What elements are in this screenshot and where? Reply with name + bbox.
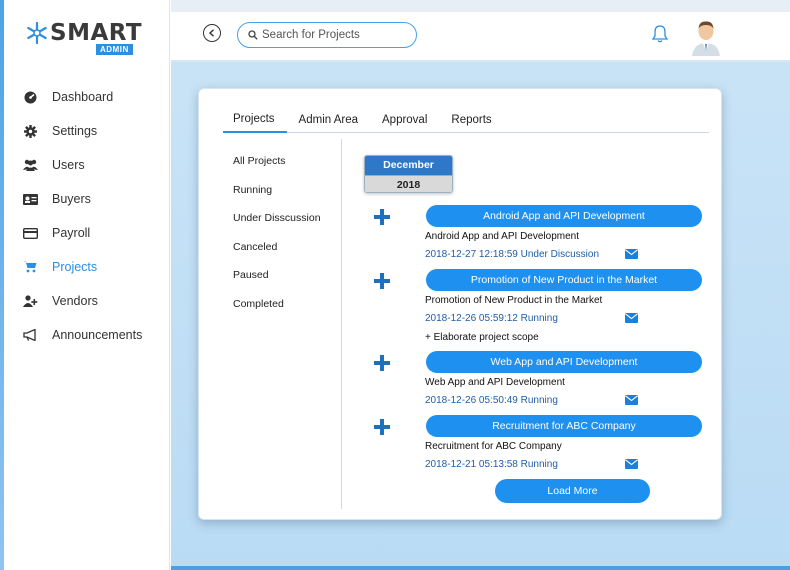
snowflake-icon xyxy=(27,22,47,44)
brand-sub: ADMIN xyxy=(96,44,133,55)
sidebar-item-label: Users xyxy=(52,158,85,172)
project-name: Promotion of New Product in the Market xyxy=(425,295,603,306)
tab-reports[interactable]: Reports xyxy=(439,107,503,133)
sidebar-item-vendors[interactable]: Vendors xyxy=(22,284,167,318)
cart-icon xyxy=(22,260,38,274)
sidebar-accent-strip xyxy=(0,0,4,570)
back-button[interactable] xyxy=(203,24,221,42)
calendar-badge[interactable]: December 2018 xyxy=(364,155,453,193)
tab-projects[interactable]: Projects xyxy=(223,107,287,133)
sidebar-item-label: Settings xyxy=(52,124,98,138)
tab-bar: Projects Admin Area Approval Reports xyxy=(223,107,709,133)
user-plus-icon xyxy=(22,294,38,308)
sidebar-item-label: Projects xyxy=(52,260,98,274)
app-window: SMART ADMIN Dashboard Settings Users Buy… xyxy=(0,0,790,570)
project-title-pill[interactable]: Web App and API Development xyxy=(426,351,702,373)
project-meta[interactable]: 2018-12-21 05:13:58 Running xyxy=(425,459,558,470)
sidebar-item-dashboard[interactable]: Dashboard xyxy=(22,80,167,114)
search-input[interactable] xyxy=(262,29,412,41)
sidebar-item-label: Announcements xyxy=(52,328,143,342)
project-title-pill[interactable]: Android App and API Development xyxy=(426,205,702,227)
credit-card-icon xyxy=(22,226,38,240)
sidebar-item-label: Vendors xyxy=(52,294,98,308)
dashboard-icon xyxy=(22,90,38,104)
mail-icon[interactable] xyxy=(625,459,638,469)
calendar-year: 2018 xyxy=(365,175,452,192)
id-card-icon xyxy=(22,192,38,206)
sidebar-item-users[interactable]: Users xyxy=(22,148,167,182)
calendar-month: December xyxy=(365,156,452,175)
sidebar-item-label: Buyers xyxy=(52,192,91,206)
filter-under-discussion[interactable]: Under Disscussion xyxy=(233,212,338,241)
filter-paused[interactable]: Paused xyxy=(233,269,338,298)
tab-admin-area[interactable]: Admin Area xyxy=(287,107,370,133)
search-icon xyxy=(248,30,258,40)
bell-icon[interactable] xyxy=(651,24,669,44)
filter-canceled[interactable]: Canceled xyxy=(233,241,338,270)
project-title-pill[interactable]: Promotion of New Product in the Market xyxy=(426,269,702,291)
project-name: Recruitment for ABC Company xyxy=(425,441,562,452)
project-name: Web App and API Development xyxy=(425,377,565,388)
filter-all-projects[interactable]: All Projects xyxy=(233,155,338,184)
sidebar-nav: Dashboard Settings Users Buyers Payroll … xyxy=(22,80,167,352)
sidebar-item-projects[interactable]: Projects xyxy=(22,250,167,284)
search-box[interactable] xyxy=(237,22,417,48)
sidebar: SMART ADMIN Dashboard Settings Users Buy… xyxy=(0,0,170,570)
tab-approval[interactable]: Approval xyxy=(370,107,439,133)
plus-icon[interactable] xyxy=(374,209,390,225)
brand-logo[interactable]: SMART ADMIN xyxy=(26,20,146,55)
sidebar-item-label: Payroll xyxy=(52,226,91,240)
filter-running[interactable]: Running xyxy=(233,184,338,213)
gear-icon xyxy=(22,124,38,138)
main-content: Projects Admin Area Approval Reports All… xyxy=(171,62,790,570)
project-name: Android App and API Development xyxy=(425,231,579,242)
sidebar-item-announcements[interactable]: Announcements xyxy=(22,318,167,352)
filter-completed[interactable]: Completed xyxy=(233,298,338,327)
project-meta[interactable]: 2018-12-26 05:50:49 Running xyxy=(425,395,558,406)
project-meta[interactable]: 2018-12-27 12:18:59 Under Discussion xyxy=(425,249,599,260)
sidebar-item-label: Dashboard xyxy=(52,90,114,104)
brand-word: SMART xyxy=(50,20,143,46)
megaphone-icon xyxy=(22,328,38,342)
bottom-accent-strip xyxy=(171,566,790,570)
avatar[interactable] xyxy=(688,16,724,56)
chevron-left-icon xyxy=(208,29,214,37)
users-icon xyxy=(22,158,38,172)
mail-icon[interactable] xyxy=(625,249,638,259)
plus-icon[interactable] xyxy=(374,419,390,435)
sidebar-item-payroll[interactable]: Payroll xyxy=(22,216,167,250)
status-filter-list: All Projects Running Under Disscussion C… xyxy=(233,155,338,326)
mail-icon[interactable] xyxy=(625,313,638,323)
mail-icon[interactable] xyxy=(625,395,638,405)
project-title-pill[interactable]: Recruitment for ABC Company xyxy=(426,415,702,437)
plus-icon[interactable] xyxy=(374,355,390,371)
projects-card: Projects Admin Area Approval Reports All… xyxy=(198,88,722,520)
project-meta[interactable]: 2018-12-26 05:59:12 Running xyxy=(425,313,558,324)
sidebar-item-buyers[interactable]: Buyers xyxy=(22,182,167,216)
plus-icon[interactable] xyxy=(374,273,390,289)
project-subtask[interactable]: + Elaborate project scope xyxy=(425,332,539,343)
top-bar xyxy=(171,0,790,62)
load-more-button[interactable]: Load More xyxy=(495,479,650,503)
sidebar-item-settings[interactable]: Settings xyxy=(22,114,167,148)
column-divider xyxy=(341,139,342,509)
